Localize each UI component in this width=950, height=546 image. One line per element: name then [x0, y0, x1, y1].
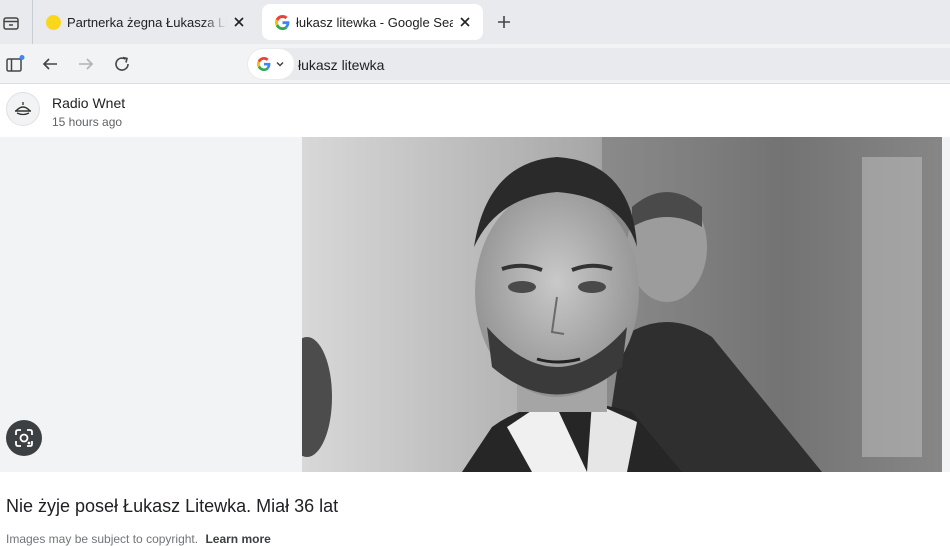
yellow-circle-icon: [45, 14, 61, 30]
copyright-notice: Images may be subject to copyright. Lear…: [6, 532, 271, 546]
search-engine-chip[interactable]: [248, 49, 294, 79]
source-time: 15 hours ago: [52, 115, 123, 129]
image-headline[interactable]: Nie żyje poseł Łukasz Litewka. Miał 36 l…: [6, 496, 338, 517]
arrow-right-icon: [79, 58, 94, 70]
learn-more-link[interactable]: Learn more: [205, 532, 270, 546]
google-g-icon: [274, 14, 290, 30]
tab-google-search[interactable]: łukasz litewka - Google Search: [262, 4, 483, 40]
google-lens-button[interactable]: [6, 420, 42, 456]
reload-button[interactable]: [111, 53, 133, 75]
address-text[interactable]: łukasz litewka: [298, 57, 384, 73]
google-g-icon: [257, 57, 271, 71]
tab-search-button[interactable]: [0, 12, 22, 34]
side-panel-button[interactable]: [4, 53, 26, 75]
tab-list-icon: [3, 17, 19, 30]
source-name: Radio Wnet: [52, 95, 126, 111]
image-preview-area: [0, 137, 950, 472]
reload-icon: [115, 56, 129, 71]
photo-illustration: [302, 137, 942, 472]
lens-icon: [15, 429, 33, 447]
new-tab-button[interactable]: [494, 12, 514, 32]
browser-toolbar: łukasz litewka: [0, 44, 950, 84]
back-button[interactable]: [39, 53, 61, 75]
radio-wnet-logo: [6, 92, 40, 126]
close-icon[interactable]: [457, 14, 473, 30]
side-panel-icon: [6, 55, 25, 72]
tab-title: Partnerka żegna Łukasza Litewka: [67, 14, 227, 30]
close-icon[interactable]: [231, 14, 247, 30]
image-source[interactable]: Radio Wnet 15 hours ago: [6, 92, 606, 132]
plus-icon: [498, 16, 510, 28]
news-photo[interactable]: [302, 137, 942, 472]
copyright-text: Images may be subject to copyright.: [6, 532, 199, 546]
chevron-down-icon: [276, 61, 284, 67]
tab-partnerka[interactable]: Partnerka żegna Łukasza Litewka: [33, 4, 257, 40]
tab-strip: Partnerka żegna Łukasza Litewka łukasz l…: [0, 0, 950, 44]
forward-button[interactable]: [75, 53, 97, 75]
tab-title: łukasz litewka - Google Search: [296, 14, 453, 30]
arrow-left-icon: [42, 58, 57, 70]
